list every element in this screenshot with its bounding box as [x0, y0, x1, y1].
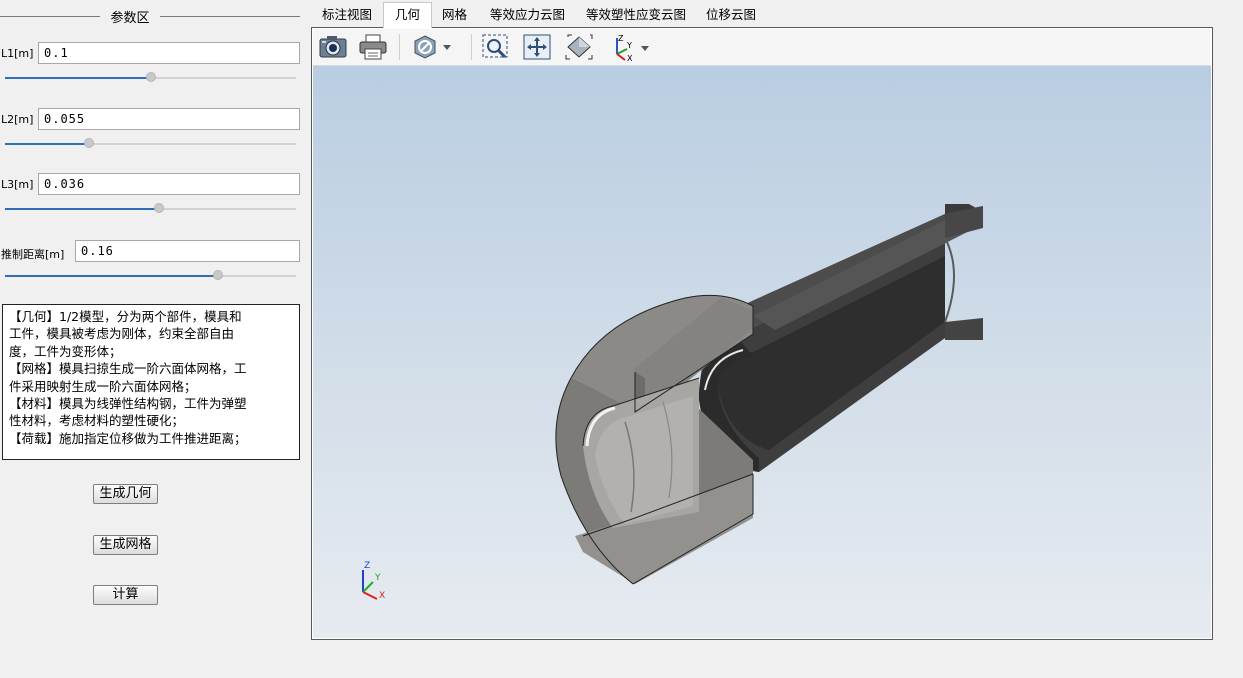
tab-mesh[interactable]: 网格 — [442, 3, 467, 27]
tab-equivalent-plastic-strain[interactable]: 等效塑性应变云图 — [586, 3, 686, 27]
toolbar-separator — [399, 34, 400, 60]
group-title: 参数区 — [100, 7, 160, 26]
chevron-down-icon — [443, 45, 451, 50]
axis-y-label: Y — [375, 573, 381, 583]
viewer-toolbar: Z Y X — [313, 29, 1210, 66]
axis-x-label: X — [379, 591, 386, 601]
description-line: 件采用映射生成一阶六面体网格； — [9, 378, 197, 394]
svg-text:Y: Y — [626, 41, 632, 50]
description-line: 度，工件为变形体； — [9, 343, 122, 359]
camera-icon[interactable] — [317, 32, 349, 62]
l2-input[interactable]: 0.055 — [38, 108, 300, 130]
axes-icon[interactable]: Z Y X — [605, 32, 655, 62]
view-cube-icon[interactable] — [563, 32, 595, 62]
die-model — [555, 294, 754, 585]
l2-slider[interactable] — [5, 137, 296, 151]
description-line: 工件，模具被考虑为刚体，约束全部自由 — [9, 326, 235, 342]
push-distance-input[interactable]: 0.16 — [75, 240, 300, 262]
description-box: 【几何】1/2模型，分为两个部件，模具和 工件，模具被考虑为刚体，约束全部自由 … — [2, 304, 300, 460]
generate-mesh-button[interactable]: 生成网格 — [93, 535, 158, 555]
no-symbol-icon[interactable] — [409, 32, 453, 62]
description-line: 【荷载】施加指定位移做为工件推进距离； — [9, 430, 247, 446]
svg-text:Z: Z — [618, 34, 624, 43]
tab-annotation-view[interactable]: 标注视图 — [322, 3, 372, 27]
description-line: 【网格】模具扫掠生成一阶六面体网格，工 — [9, 361, 247, 377]
axis-z-label: Z — [364, 561, 371, 571]
tab-geometry[interactable]: 几何 — [383, 2, 433, 28]
description-line: 性材料，考虑材料的塑性硬化； — [9, 413, 185, 429]
slider-thumb[interactable] — [84, 138, 94, 148]
push-distance-label: 推制距离[m] — [1, 248, 65, 261]
compute-button[interactable]: 计算 — [93, 585, 158, 605]
l3-slider[interactable] — [5, 202, 296, 216]
description-line: 【材料】模具为线弹性结构钢，工件为弹塑 — [9, 396, 247, 412]
push-distance-slider[interactable] — [5, 269, 296, 283]
slider-thumb[interactable] — [146, 72, 156, 82]
l2-label: L2[m] — [1, 113, 34, 126]
generate-geometry-button[interactable]: 生成几何 — [93, 484, 158, 504]
printer-icon[interactable] — [357, 32, 389, 62]
pan-icon[interactable] — [521, 32, 553, 62]
tab-displacement[interactable]: 位移云图 — [706, 3, 756, 27]
l3-input[interactable]: 0.036 — [38, 173, 300, 195]
l1-input[interactable]: 0.1 — [38, 42, 300, 64]
l1-slider[interactable] — [5, 71, 296, 85]
toolbar-separator — [471, 34, 472, 60]
l1-label: L1[m] — [1, 47, 34, 60]
slider-thumb[interactable] — [213, 270, 223, 280]
l3-label: L3[m] — [1, 178, 34, 191]
slider-thumb[interactable] — [154, 203, 164, 213]
zoom-fit-icon[interactable] — [480, 32, 512, 62]
tab-equivalent-stress[interactable]: 等效应力云图 — [490, 3, 565, 27]
3d-viewport[interactable]: Z Y X — [313, 66, 1211, 638]
chevron-down-icon — [641, 46, 649, 51]
description-line: 【几何】1/2模型，分为两个部件，模具和 — [9, 309, 242, 324]
svg-text:X: X — [627, 54, 633, 62]
